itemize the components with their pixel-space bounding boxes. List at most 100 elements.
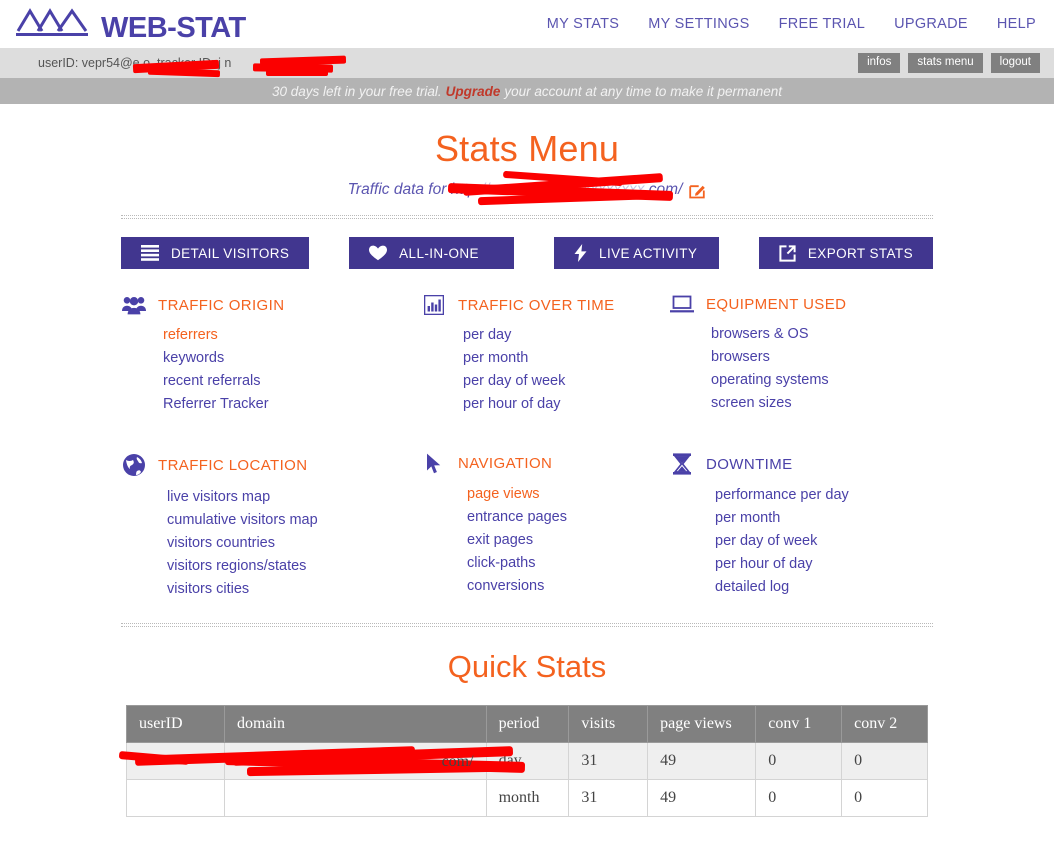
category-header[interactable]: EQUIPMENT USED (669, 295, 933, 314)
redaction-mark (266, 70, 328, 76)
menu-item-operating-systems[interactable]: operating systems (711, 369, 933, 392)
category-traffic-over-time: TRAFFIC OVER TIME per day per month per … (421, 295, 669, 416)
user-info-bar: userID: vepr54@e o, tracker ID: j n info… (0, 48, 1054, 78)
button-label: LIVE ACTIVITY (599, 245, 698, 261)
menu-item-cumulative-visitors-map[interactable]: cumulative visitors map (167, 509, 421, 532)
column-header-conv-2: conv 2 (841, 705, 928, 743)
column-header-userid: userID (126, 705, 225, 743)
category-title[interactable]: TRAFFIC ORIGIN (158, 297, 284, 314)
menu-item-per-day-of-week[interactable]: per day of week (463, 370, 669, 393)
menu-item-recent-referrals[interactable]: recent referrals (163, 370, 421, 393)
category-header[interactable]: TRAFFIC ORIGIN (121, 295, 421, 315)
all-in-one-button[interactable]: ALL-IN-ONE (349, 237, 515, 269)
stats-menu-button[interactable]: stats menu (908, 52, 983, 74)
category-items: live visitors map cumulative visitors ma… (121, 486, 421, 601)
live-activity-button[interactable]: LIVE ACTIVITY (554, 237, 720, 269)
column-header-page-views: page views (647, 705, 757, 743)
category-title[interactable]: EQUIPMENT USED (706, 296, 846, 313)
menu-item-screen-sizes[interactable]: screen sizes (711, 392, 933, 415)
menu-item-exit-pages[interactable]: exit pages (467, 529, 669, 552)
menu-item-detailed-log[interactable]: detailed log (715, 576, 933, 599)
menu-item-visitors-cities[interactable]: visitors cities (167, 578, 421, 601)
top-bar: WEB-STAT MY STATS MY SETTINGS FREE TRIAL… (0, 0, 1054, 48)
category-title[interactable]: TRAFFIC OVER TIME (458, 297, 615, 314)
main-nav: MY STATS MY SETTINGS FREE TRIAL UPGRADE … (547, 16, 1040, 32)
trial-text-after: your account at any time to make it perm… (504, 83, 782, 99)
redaction-mark (118, 745, 416, 770)
cell-domain (223, 779, 487, 817)
nav-item-help[interactable]: HELP (997, 16, 1036, 32)
menu-item-entrance-pages[interactable]: entrance pages (467, 506, 669, 529)
menu-item-per-month[interactable]: per month (715, 507, 933, 530)
table-header-row: userID domain period visits page views c… (126, 705, 928, 743)
logout-button[interactable]: logout (990, 52, 1040, 74)
category-title[interactable]: DOWNTIME (706, 456, 793, 473)
infos-button[interactable]: infos (858, 52, 901, 74)
laptop-icon (669, 295, 695, 314)
category-items: browsers & OS browsers operating systems… (669, 323, 933, 415)
category-header[interactable]: TRAFFIC LOCATION (121, 453, 421, 477)
category-header[interactable]: NAVIGATION (421, 453, 669, 474)
button-label: EXPORT STATS (807, 245, 913, 261)
nav-item-my-settings[interactable]: MY SETTINGS (648, 16, 749, 32)
category-header[interactable]: DOWNTIME (669, 453, 933, 475)
nav-item-free-trial[interactable]: FREE TRIAL (779, 16, 866, 32)
menu-item-conversions[interactable]: conversions (467, 575, 669, 598)
category-downtime: DOWNTIME performance per day per month p… (669, 453, 933, 601)
menu-item-visitors-regions-states[interactable]: visitors regions/states (167, 555, 421, 578)
detail-visitors-button[interactable]: DETAIL VISITORS (121, 237, 310, 269)
menu-item-per-month[interactable]: per month (463, 347, 669, 370)
stats-menu-grid: TRAFFIC ORIGIN referrers keywords recent… (121, 295, 933, 601)
category-header[interactable]: TRAFFIC OVER TIME (421, 295, 669, 315)
nav-item-my-stats[interactable]: MY STATS (547, 16, 620, 32)
mountains-logo-icon (16, 5, 100, 44)
column-header-conv-1: conv 1 (755, 705, 843, 743)
nav-item-upgrade[interactable]: UPGRADE (894, 16, 968, 32)
cell-userid (126, 779, 225, 817)
menu-item-performance-per-day[interactable]: performance per day (715, 484, 933, 507)
upgrade-link[interactable]: Upgrade (446, 84, 501, 99)
menu-item-page-views[interactable]: page views (467, 483, 669, 506)
category-title[interactable]: NAVIGATION (458, 455, 552, 472)
page-body: Stats Menu Traffic data for http://xxxxx… (0, 128, 1054, 817)
bar-chart-icon (421, 295, 447, 315)
menu-item-keywords[interactable]: keywords (163, 347, 421, 370)
traffic-data-url: Traffic data for http://xxxxxxxxxxxxxxxx… (348, 170, 682, 206)
menu-item-referrer-tracker[interactable]: Referrer Tracker (163, 393, 421, 416)
edit-pencil-square-icon[interactable] (689, 182, 706, 199)
cell-domain-text: com/ (441, 752, 474, 770)
cell-conv-2: 0 (841, 742, 928, 780)
category-traffic-location: TRAFFIC LOCATION live visitors map cumul… (121, 453, 421, 601)
menu-item-live-visitors-map[interactable]: live visitors map (167, 486, 421, 509)
category-items: page views entrance pages exit pages cli… (421, 483, 669, 598)
menu-item-click-paths[interactable]: click-paths (467, 552, 669, 575)
quick-actions-bar: DETAIL VISITORS ALL-IN-ONE LIVE ACTIVITY (121, 237, 933, 269)
menu-item-per-day[interactable]: per day (463, 324, 669, 347)
menu-item-referrers[interactable]: referrers (163, 324, 421, 347)
cell-page-views: 49 (647, 742, 757, 780)
globe-icon (121, 453, 147, 477)
menu-item-visitors-countries[interactable]: visitors countries (167, 532, 421, 555)
menu-item-per-hour-of-day[interactable]: per hour of day (463, 393, 669, 416)
menu-item-browsers[interactable]: browsers (711, 346, 933, 369)
menu-item-per-hour-of-day[interactable]: per hour of day (715, 553, 933, 576)
cell-period: month (485, 779, 570, 817)
trial-text-before: 30 days left in your free trial. (272, 83, 442, 99)
cell-visits: 31 (568, 742, 649, 780)
menu-item-browsers-and-os[interactable]: browsers & OS (711, 323, 933, 346)
category-title[interactable]: TRAFFIC LOCATION (158, 457, 307, 474)
external-link-icon (779, 244, 796, 262)
menu-item-per-day-of-week[interactable]: per day of week (715, 530, 933, 553)
category-items: referrers keywords recent referrals Refe… (121, 324, 421, 416)
cell-conv-1: 0 (755, 742, 843, 780)
export-stats-button[interactable]: EXPORT STATS (758, 237, 933, 269)
cell-visits: 31 (568, 779, 649, 817)
cell-page-views: 49 (647, 779, 757, 817)
column-header-domain: domain (223, 705, 487, 743)
page-title: Stats Menu (434, 128, 620, 169)
user-id-text: userID: vepr54@e o, tracker ID: j n (38, 55, 347, 78)
brand-logo[interactable]: WEB-STAT (16, 5, 246, 44)
list-lines-icon (141, 245, 159, 261)
cell-userid (118, 742, 416, 780)
quick-stats-table: userID domain period visits page views c… (118, 705, 928, 817)
